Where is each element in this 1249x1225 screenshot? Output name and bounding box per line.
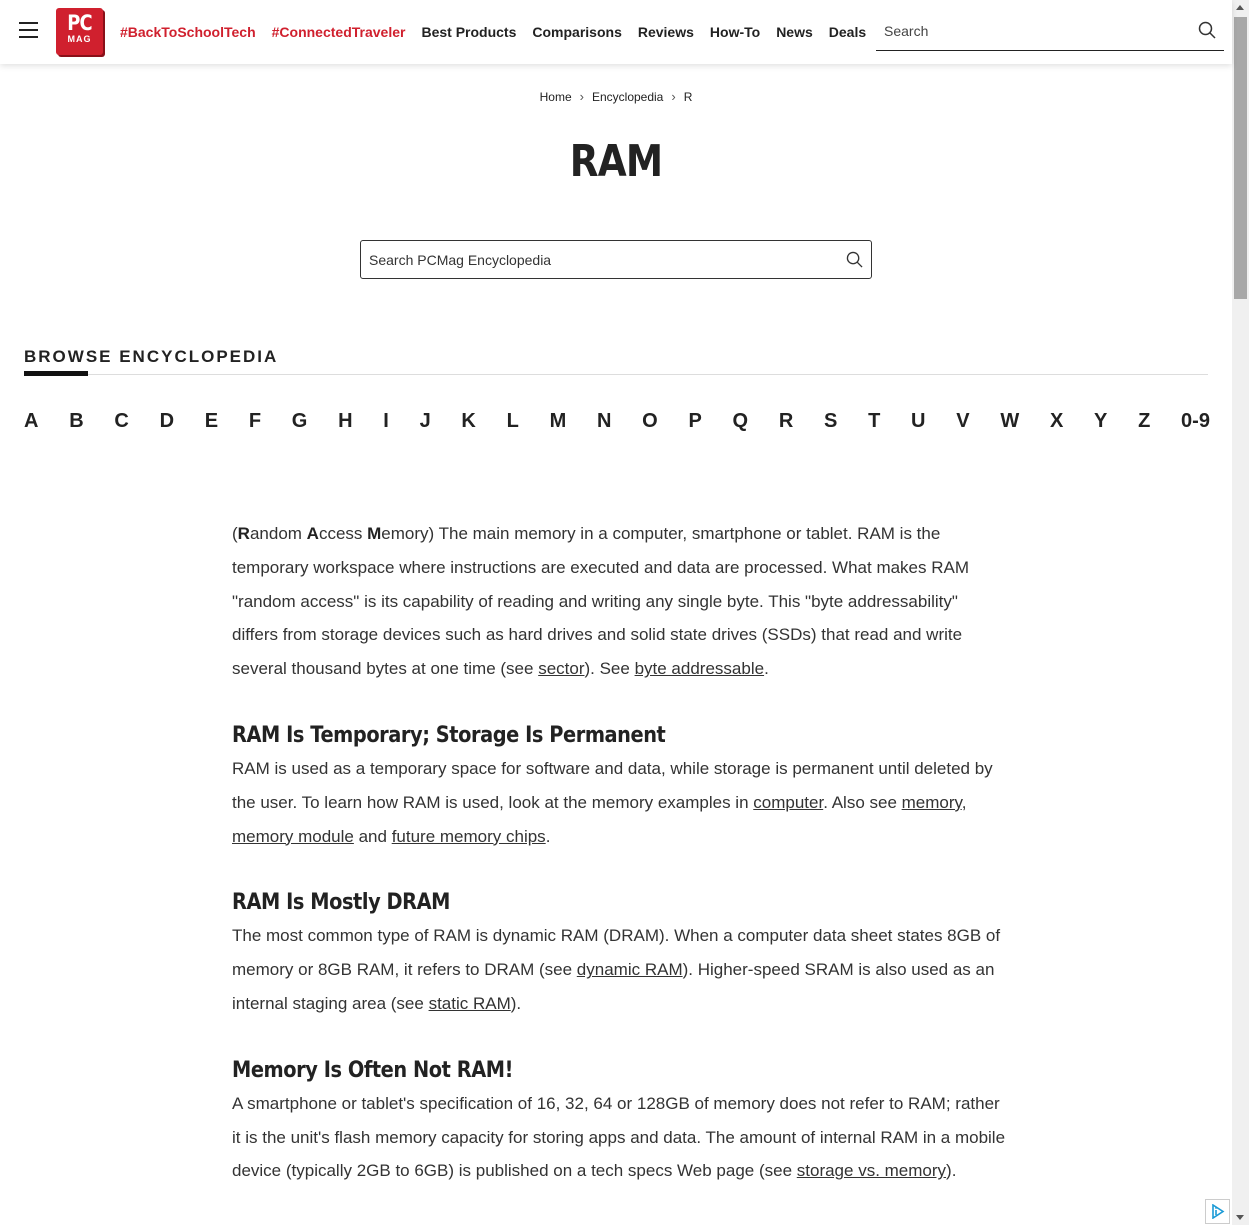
letter-link[interactable]: A [24,410,38,433]
link-computer[interactable]: computer [753,793,823,812]
letter-link[interactable]: K [461,410,475,433]
letter-index: A B C D E F G H I J K L M N O P Q R S T … [24,410,1210,433]
text: . [764,659,769,679]
letter-link[interactable]: Q [733,410,749,433]
letter-link[interactable]: M [550,410,567,433]
letter-link[interactable]: J [420,410,431,433]
search-icon[interactable] [846,251,863,273]
section-paragraph: The most common type of RAM is dynamic R… [232,919,1008,1020]
section-paragraph: A smartphone or tablet's specification o… [232,1087,1008,1188]
breadcrumb: Home › Encyclopedia › R [0,89,1232,104]
breadcrumb-home[interactable]: Home [540,90,572,104]
text: . [545,826,551,846]
text: . Also see [823,792,902,812]
text: ). [946,1161,957,1181]
intro: (Random Access Memory) The main memory i… [232,517,1008,686]
letter-link[interactable]: L [507,410,519,433]
letter-link[interactable]: Y [1094,410,1107,433]
site-header: PC MAG #BackToSchoolTech #ConnectedTrave… [0,0,1232,64]
site-search [876,14,1224,51]
letter-link[interactable]: G [292,410,308,433]
link-memory-module[interactable]: memory module [232,827,354,846]
text: , [961,792,967,812]
nav-best-products[interactable]: Best Products [421,24,516,40]
divider [24,374,1208,375]
scroll-down-icon[interactable] [1236,1215,1244,1220]
letter-link[interactable]: F [249,410,261,433]
link-storage-vs-memory[interactable]: storage vs. memory [797,1161,946,1180]
letter-link[interactable]: P [688,410,701,433]
link-sector[interactable]: sector [538,659,584,678]
browse-heading: BROWSE ENCYCLOPEDIA [24,347,279,366]
logo-text-pc: PC [67,11,92,35]
logo-text-mag: MAG [67,34,92,44]
intro-paragraph: (Random Access Memory) The main memory i… [232,517,1008,686]
text: ). See [584,659,635,679]
letter-link[interactable]: Z [1138,410,1150,433]
breadcrumb-encyclopedia[interactable]: Encyclopedia [592,90,663,104]
nav-connected-traveler[interactable]: #ConnectedTraveler [272,24,406,40]
letter-link[interactable]: R [779,410,793,433]
chevron-right-icon: › [671,89,676,104]
letter-link[interactable]: U [911,410,925,433]
letter-link[interactable]: D [160,410,174,433]
main-nav: #BackToSchoolTech #ConnectedTraveler Bes… [120,0,882,64]
text: ccess [318,524,368,543]
acronym-letter: A [306,524,319,543]
letter-link[interactable]: B [69,410,83,433]
article-body: (Random Access Memory) The main memory i… [232,517,1008,1188]
search-icon[interactable] [1198,21,1216,44]
encyclopedia-search [360,240,872,279]
link-future-memory-chips[interactable]: future memory chips [392,827,546,846]
text: and [353,826,392,846]
text: andom [249,524,307,543]
letter-link[interactable]: I [383,410,389,433]
nav-back-to-school-tech[interactable]: #BackToSchoolTech [120,24,256,40]
nav-news[interactable]: News [776,24,813,40]
link-dynamic-ram[interactable]: dynamic RAM [577,960,683,979]
page-scrollbar[interactable] [1232,0,1249,1225]
letter-link[interactable]: V [956,410,969,433]
section-paragraph: RAM is used as a temporary space for sof… [232,752,1008,853]
scrollbar-thumb[interactable] [1234,17,1247,299]
nav-how-to[interactable]: How-To [710,24,760,40]
letter-link[interactable]: 0-9 [1181,410,1210,433]
letter-link[interactable]: N [597,410,611,433]
letter-link[interactable]: E [205,410,218,433]
pcmag-logo[interactable]: PC MAG [56,8,103,55]
section-heading: RAM Is Temporary; Storage Is Permanent [232,722,666,748]
page-title: RAM [569,136,663,187]
letter-link[interactable]: W [1000,410,1019,433]
nav-deals[interactable]: Deals [829,24,866,40]
letter-link[interactable]: H [338,410,352,433]
letter-link[interactable]: T [868,410,880,433]
letter-link[interactable]: X [1050,410,1063,433]
adchoices-icon[interactable] [1205,1199,1230,1224]
link-byte-addressable[interactable]: byte addressable [635,659,764,678]
breadcrumb-current[interactable]: R [684,90,693,104]
text: ). [510,993,522,1013]
letter-link[interactable]: O [642,410,658,433]
nav-comparisons[interactable]: Comparisons [532,24,621,40]
scroll-up-icon[interactable] [1236,5,1244,10]
site-search-input[interactable] [876,14,1176,48]
acronym-letter: R [237,524,250,543]
section-heading: RAM Is Mostly DRAM [232,890,451,916]
letter-link[interactable]: C [114,410,128,433]
chevron-right-icon: › [579,89,584,104]
nav-reviews[interactable]: Reviews [638,24,694,40]
acronym-letter: M [367,524,382,543]
section-heading: Memory Is Often Not RAM! [232,1057,513,1083]
heading-accent-bar [24,371,88,376]
letter-link[interactable]: S [824,410,837,433]
link-static-ram[interactable]: static RAM [429,994,511,1013]
menu-icon[interactable] [19,22,38,38]
link-memory[interactable]: memory [902,793,962,812]
text: emory) The main memory in a computer, sm… [232,524,970,679]
encyclopedia-search-input[interactable] [361,241,821,278]
